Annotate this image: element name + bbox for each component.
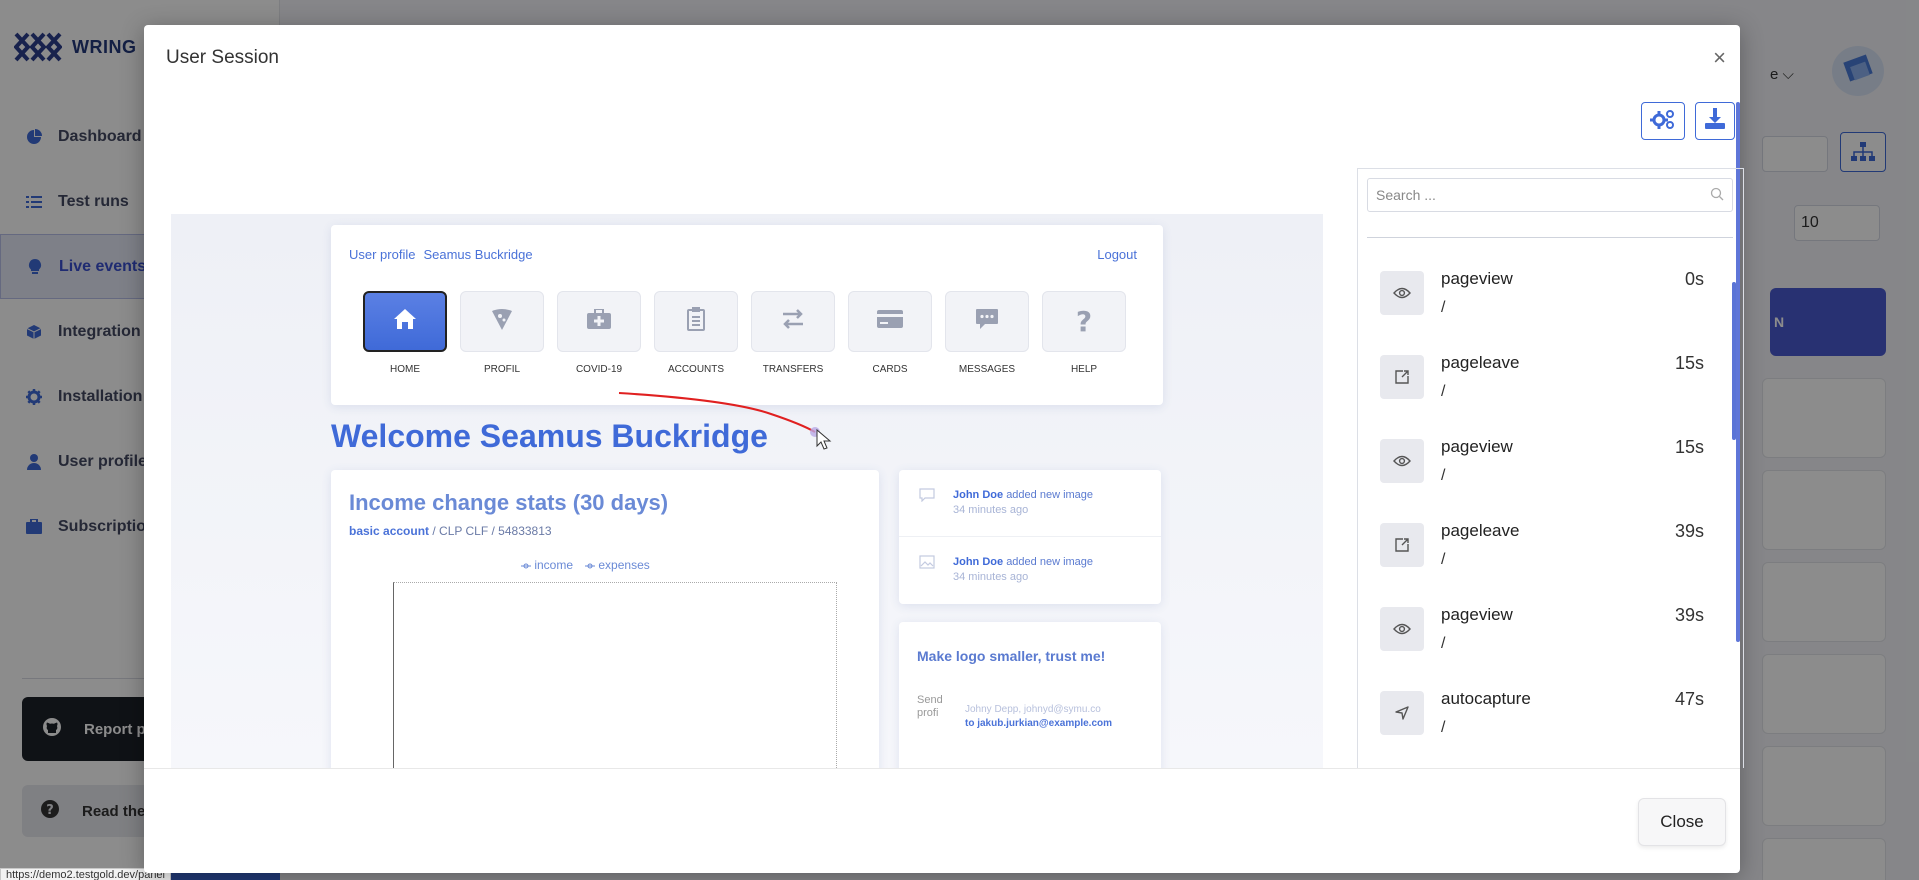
modal-footer-divider: [144, 768, 1740, 769]
event-name: pageleave: [1441, 521, 1520, 540]
event-time: 0s: [1684, 269, 1704, 289]
event-item[interactable]: pageview / 39s: [1358, 589, 1728, 673]
close-icon[interactable]: ×: [1713, 45, 1726, 71]
eye-icon: [1380, 607, 1424, 651]
cursor-icon: [816, 428, 832, 450]
search-icon: [1710, 187, 1724, 204]
events-scrollbar[interactable]: [1732, 282, 1736, 440]
event-time: 47s: [1674, 689, 1704, 709]
download-button[interactable]: [1695, 102, 1735, 140]
event-item[interactable]: pageview / 15s: [1358, 421, 1728, 505]
mouse-trail: [618, 392, 832, 450]
event-time: 15s: [1674, 437, 1704, 457]
download-icon: [1704, 107, 1726, 135]
event-name: pageview: [1441, 269, 1513, 288]
event-path: /: [1441, 635, 1446, 652]
exit-page-icon: [1380, 355, 1424, 399]
event-path: /: [1441, 467, 1446, 484]
event-name: pageleave: [1441, 353, 1520, 372]
event-name: autocapture: [1441, 689, 1531, 708]
event-item[interactable]: pageleave / 39s: [1358, 505, 1728, 589]
modal-title: User Session: [166, 47, 279, 68]
event-path: /: [1441, 299, 1446, 316]
event-item[interactable]: pageview / 0s: [1358, 253, 1728, 337]
session-replay-viewport: User profile Seamus Buckridge Logout HOM…: [171, 168, 1323, 768]
events-panel: Search ... pageview / 0s pageleave / 15s…: [1357, 168, 1744, 768]
event-name: pageview: [1441, 605, 1513, 624]
event-path: /: [1441, 383, 1446, 400]
events-search-input[interactable]: Search ...: [1367, 178, 1733, 212]
event-path: /: [1441, 551, 1446, 568]
user-session-modal: User Session × User profile Seamus Buckr…: [144, 25, 1744, 873]
event-time: 39s: [1674, 521, 1704, 541]
eye-icon: [1380, 271, 1424, 315]
exit-page-icon: [1380, 523, 1424, 567]
event-time: 39s: [1674, 605, 1704, 625]
gears-icon: [1650, 108, 1676, 135]
event-item[interactable]: pageleave / 15s: [1358, 337, 1728, 421]
event-time: 15s: [1674, 353, 1704, 373]
close-button[interactable]: Close: [1638, 798, 1726, 846]
event-item[interactable]: autocapture / 47s: [1358, 673, 1728, 757]
events-divider: [1367, 237, 1733, 238]
cursor-arrow-icon: [1380, 691, 1424, 735]
eye-icon: [1380, 439, 1424, 483]
event-path: /: [1441, 719, 1446, 736]
events-list: pageview / 0s pageleave / 15s pageview /…: [1358, 253, 1728, 757]
search-placeholder: Search ...: [1376, 187, 1436, 203]
settings-button[interactable]: [1641, 102, 1685, 140]
event-name: pageview: [1441, 437, 1513, 456]
